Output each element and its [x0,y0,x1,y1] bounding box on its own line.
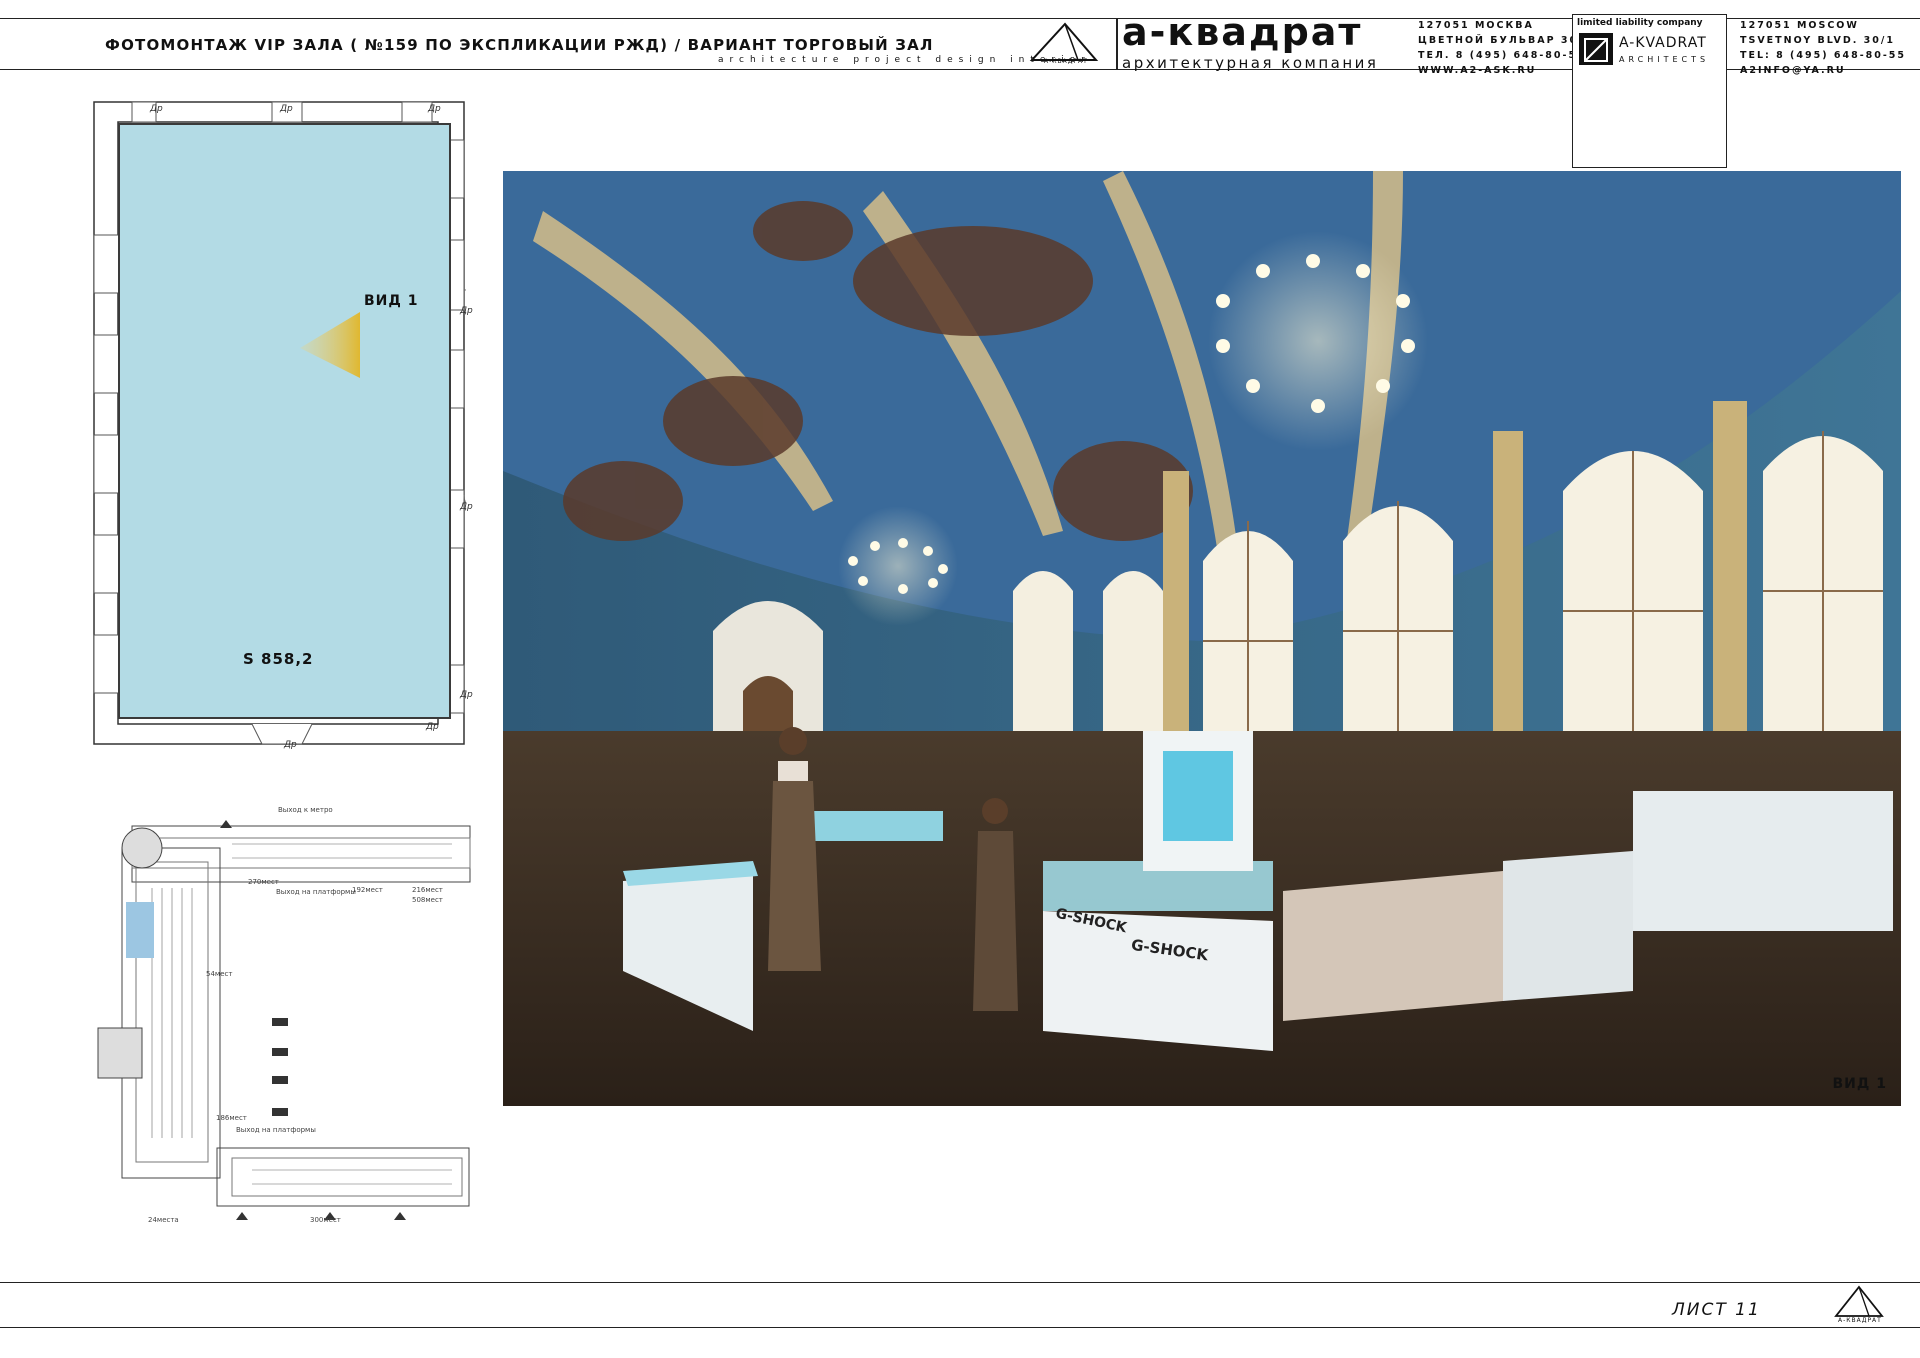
station-key-plan [92,818,482,1230]
sheet-number: ЛИСТ 11 [1672,1300,1761,1320]
interior-render [503,171,1901,1106]
address-line: A2INFO@YA.RU [1740,65,1846,76]
header-divider [1116,18,1118,70]
photo-view-label: ВИД 1 [1832,1076,1887,1092]
address-line: 127051 MOSCOW [1740,20,1859,31]
door-label: Др [428,104,441,114]
brand-tagline-en: ARCHITECTS [1619,55,1710,64]
hall-photomontage: G-SHOCK G-SHOCK ВИД 1 [503,171,1901,1106]
plan-view-label: ВИД 1 [364,293,419,309]
address-en: 127051 MOSCOW TSVETNOY BLVD. 30/1 TEL: 8… [1740,18,1906,78]
site-label: 24места [148,1216,179,1224]
door-label: Др [460,306,473,316]
vip-hall-area [118,123,451,719]
site-label: Выход на платформы [236,1126,316,1134]
site-label: 270мест [248,878,279,886]
view-cone-marker [298,310,368,380]
address-line: 127051 МОСКВА [1418,20,1534,31]
door-label: Др [460,502,473,512]
site-label: 186мест [216,1114,247,1122]
site-label: Выход к метро [278,806,333,814]
address-line: TEL: 8 (495) 648-80-55 [1740,50,1907,61]
site-label: 54мест [206,970,233,978]
company-logo: А-КВАДРАТ [1018,20,1112,70]
door-label: Др [426,722,439,732]
brand-tagline-ru: архитектурная компания [1122,54,1379,72]
door-label: Др [284,740,297,750]
footer-logo-caption: А-КВАДРАТ [1838,1317,1882,1324]
door-label: Др [150,104,163,114]
logo-caption: А-КВАДРАТ [1044,58,1088,65]
hall-area-label: S 858,2 [243,650,314,668]
footer-frame [0,1282,1920,1328]
address-ru: 127051 МОСКВА ЦВЕТНОЙ БУЛЬВАР 30/1 ТЕЛ. … [1418,18,1592,78]
site-label: 192мест [352,886,383,894]
site-label: 508мест [412,896,443,904]
address-line: ТЕЛ. 8 (495) 648-80-55 [1418,50,1586,61]
footer-logo: А-КВАДРАТ [1826,1284,1892,1328]
site-label: Выход на платформы [276,888,356,896]
brand-name-ru: а-квадрат [1122,10,1363,54]
sheet-title: ФОТОМОНТАЖ VIP ЗАЛА ( №159 ПО ЭКСПЛИКАЦИ… [105,36,934,54]
arch-emblem-icon [1579,33,1613,65]
address-line: ЦВЕТНОЙ БУЛЬВАР 30/1 [1418,35,1593,46]
door-label: Др [460,690,473,700]
address-line: TSVETNOY BLVD. 30/1 [1740,35,1895,46]
door-label: Др [280,104,293,114]
address-line: WWW.A2-ASK.RU [1418,65,1537,76]
ltd-label: limited liability company [1577,18,1703,28]
brand-name-en: A-KVADRAT [1619,35,1707,51]
company-stamp-box: limited liability company A-KVADRAT ARCH… [1572,14,1727,168]
site-label: 216мест [412,886,443,894]
site-label: 300мест [310,1216,341,1224]
